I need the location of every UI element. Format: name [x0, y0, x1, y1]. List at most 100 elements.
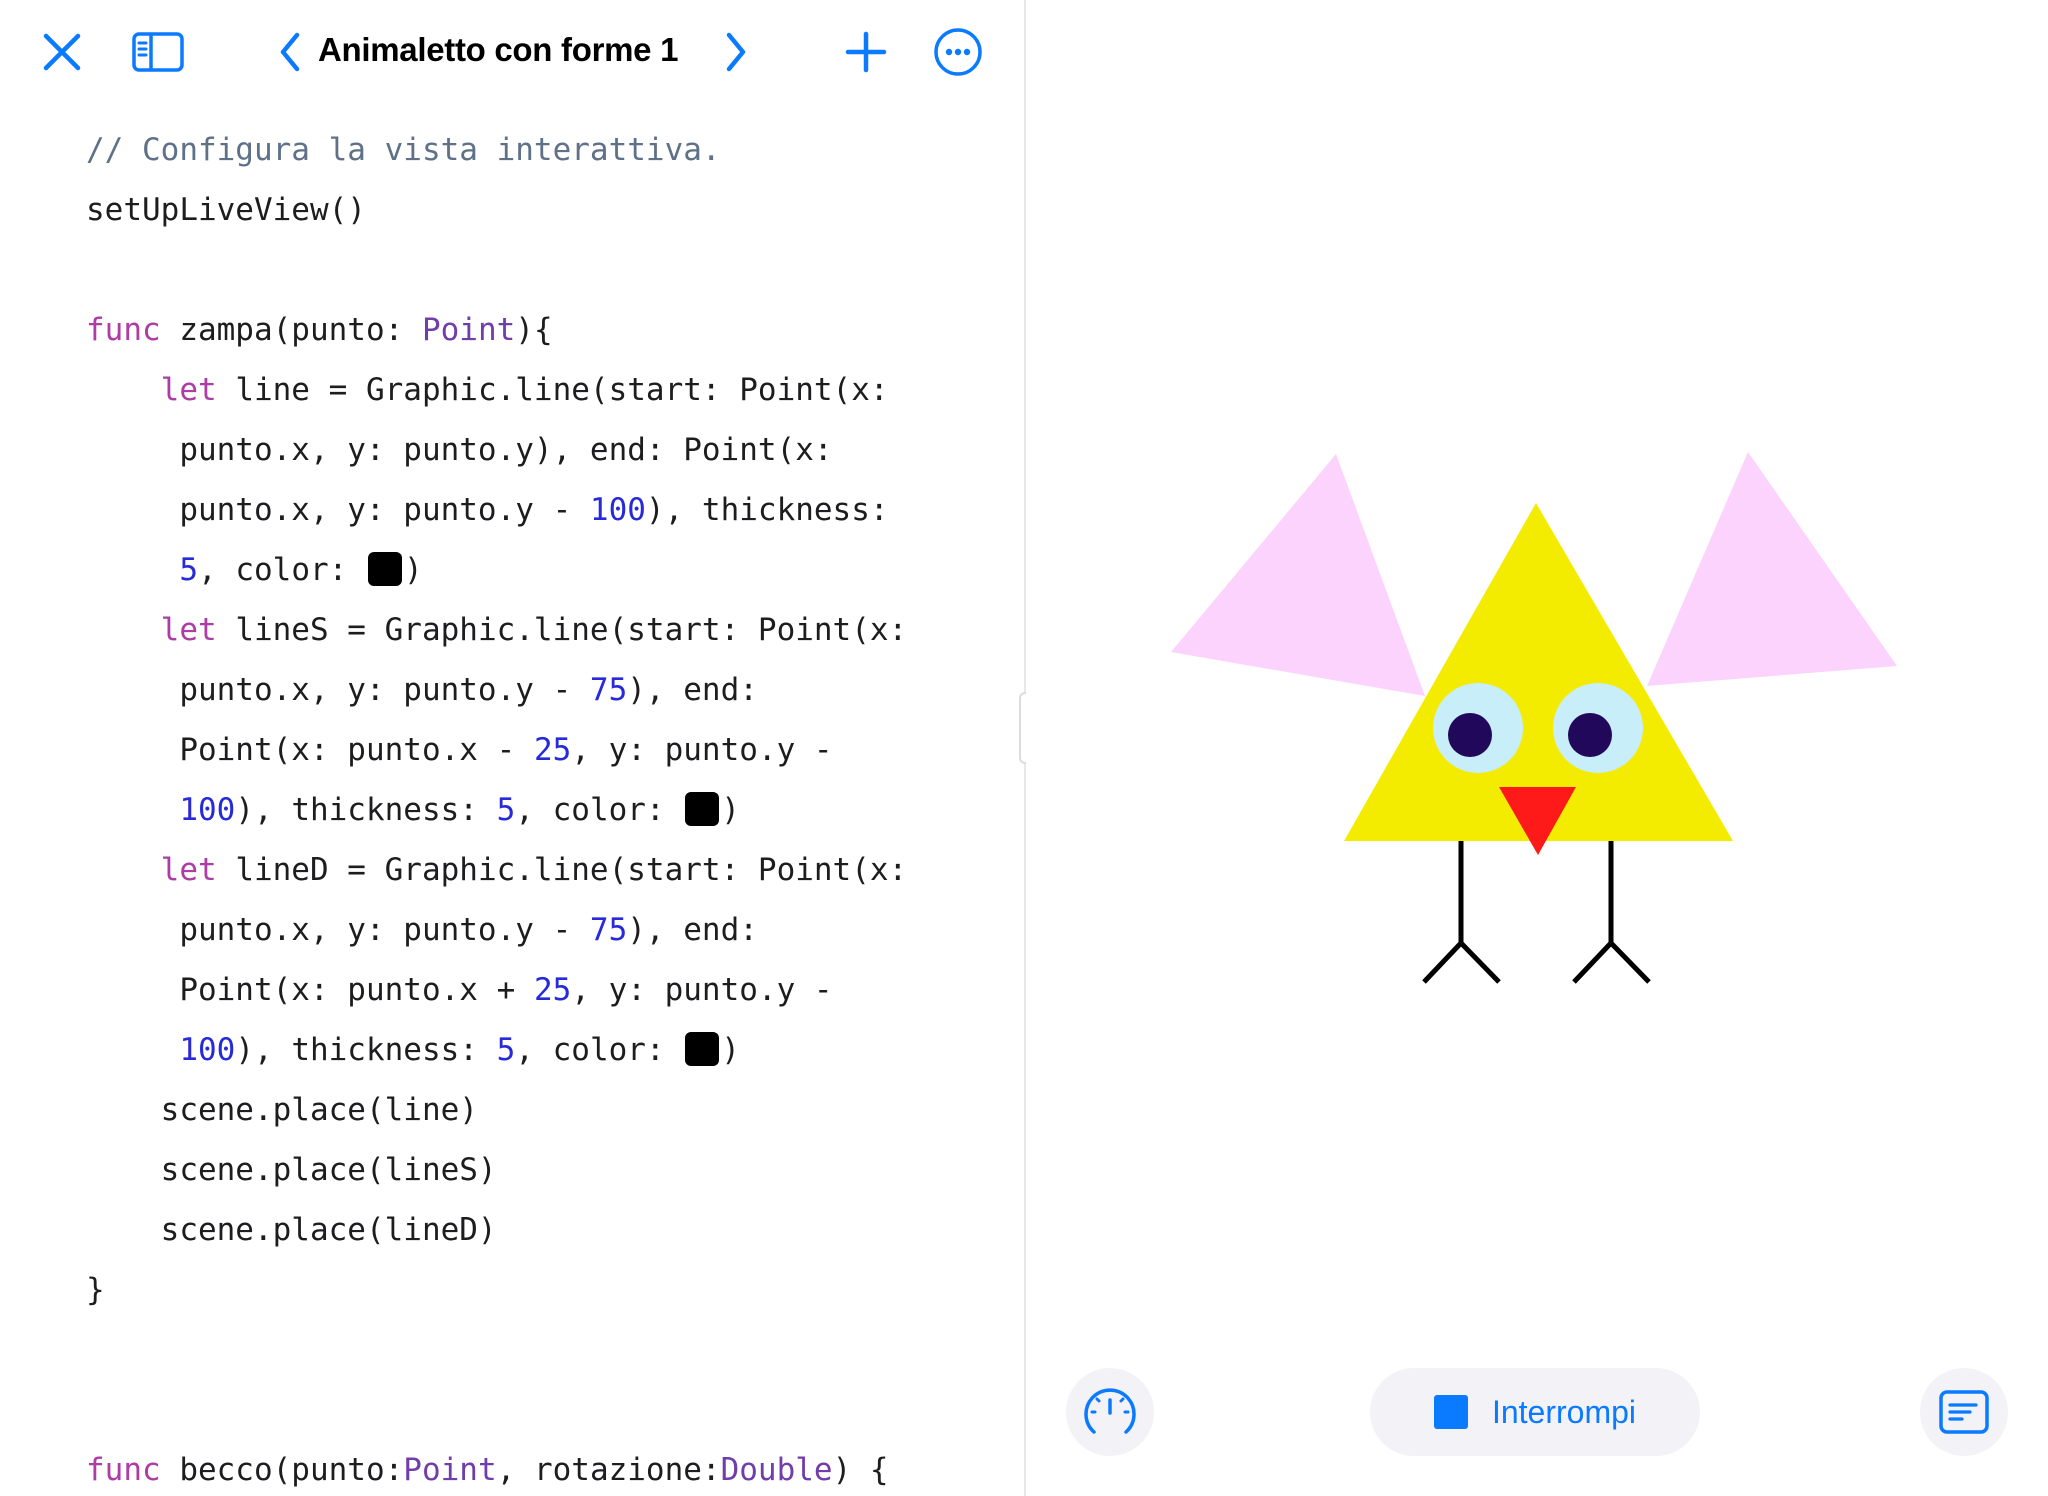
code-line[interactable]: 5, color: ) — [86, 540, 423, 600]
code-token: ), thickness: — [235, 1032, 497, 1068]
code-line[interactable]: let lineD = Graphic.line(start: Point(x: — [86, 840, 908, 900]
code-token: zampa(punto: — [160, 312, 422, 348]
left-leg — [1422, 841, 1501, 984]
code-line[interactable]: punto.x, y: punto.y - 75), end: — [86, 660, 758, 720]
code-editor-pane: Animaletto con forme 1 // Configura la v… — [0, 0, 1024, 1496]
document-title[interactable]: Animaletto con forme 1 — [318, 22, 678, 78]
console-icon — [1939, 1390, 1989, 1434]
code-token: 75 — [589, 912, 628, 948]
stop-button[interactable]: Interrompi — [1370, 1368, 1700, 1456]
code-line[interactable]: func zampa(punto: Point){ — [86, 300, 553, 360]
code-line[interactable]: // Configura la vista interattiva. — [86, 120, 721, 180]
code-token: , y: punto.y - — [571, 732, 833, 768]
code-token: Point(x: punto.x + — [86, 972, 534, 1008]
code-token: , color: — [515, 1032, 684, 1068]
code-line[interactable]: setUpLiveView() — [86, 180, 366, 240]
close-icon — [43, 33, 81, 71]
code-token: scene.place(lineD) — [86, 1212, 497, 1248]
code-token: let — [160, 372, 217, 408]
code-token: 25 — [533, 732, 572, 768]
chevron-right-icon — [726, 32, 746, 72]
live-view-pane: Interrompi — [1026, 0, 2048, 1496]
code-token: , rotazione: — [496, 1452, 721, 1488]
code-line[interactable]: let line = Graphic.line(start: Point(x: — [86, 360, 889, 420]
sidebar-toggle-button[interactable] — [128, 26, 188, 78]
code-token: 100 — [179, 792, 236, 828]
code-token: 5 — [496, 792, 516, 828]
code-token: 100 — [179, 1032, 236, 1068]
right-ear — [1647, 452, 1897, 686]
code-line[interactable]: 100), thickness: 5, color: ) — [86, 780, 740, 840]
code-line[interactable]: } — [86, 1260, 105, 1320]
code-token: lineD = Graphic.line(start: Point(x: — [216, 852, 908, 888]
code-line[interactable]: Point(x: punto.x + 25, y: punto.y - — [86, 960, 833, 1020]
code-token: ){ — [515, 312, 553, 348]
code-token: func — [86, 312, 161, 348]
sidebar-icon — [132, 32, 184, 72]
code-token: , color: — [515, 792, 684, 828]
code-token: punto.x, y: punto.y - — [86, 492, 590, 528]
code-token: ), end: — [627, 672, 758, 708]
code-token: ), thickness: — [645, 492, 889, 528]
code-token: 5 — [496, 1032, 516, 1068]
code-token: // Configura la vista interattiva. — [86, 132, 721, 168]
color-swatch[interactable] — [685, 1031, 720, 1066]
code-token: scene.place(lineS) — [86, 1152, 497, 1188]
code-token: 100 — [589, 492, 646, 528]
code-token: 75 — [589, 672, 628, 708]
code-line[interactable]: punto.x, y: punto.y), end: Point(x: — [86, 420, 833, 480]
plus-icon — [845, 31, 887, 73]
code-token: lineS = Graphic.line(start: Point(x: — [216, 612, 908, 648]
code-token: Point — [421, 312, 516, 348]
code-token: } — [86, 1272, 105, 1308]
previous-page-button[interactable] — [272, 26, 308, 78]
code-token: line = Graphic.line(start: Point(x: — [216, 372, 889, 408]
live-view-canvas — [1171, 452, 1897, 984]
code-line[interactable]: scene.place(line) — [86, 1080, 478, 1140]
code-token: 25 — [533, 972, 572, 1008]
code-line[interactable]: scene.place(lineD) — [86, 1200, 497, 1260]
close-button[interactable] — [36, 26, 88, 78]
code-line[interactable]: scene.place(lineS) — [86, 1140, 497, 1200]
color-swatch[interactable] — [367, 551, 402, 586]
left-ear — [1171, 454, 1425, 696]
code-token: Double — [720, 1452, 833, 1488]
stop-button-label: Interrompi — [1491, 1393, 1637, 1430]
code-token: ) — [721, 1032, 740, 1068]
right-leg — [1572, 841, 1651, 984]
speed-button[interactable] — [1066, 1368, 1154, 1456]
code-line[interactable]: func becco(punto:Point, rotazione:Double… — [86, 1440, 889, 1496]
color-swatch[interactable] — [685, 791, 720, 826]
code-token: ), thickness: — [235, 792, 497, 828]
code-line[interactable]: punto.x, y: punto.y - 75), end: — [86, 900, 758, 960]
speedometer-icon — [1084, 1388, 1136, 1434]
code-line[interactable]: 100), thickness: 5, color: ) — [86, 1020, 740, 1080]
stop-square-icon — [1433, 1395, 1468, 1429]
code-line[interactable]: Point(x: punto.x - 25, y: punto.y - — [86, 720, 833, 780]
add-button[interactable] — [840, 26, 892, 78]
more-options-button[interactable] — [930, 24, 986, 80]
code-token: let — [160, 852, 217, 888]
code-line[interactable]: let lineS = Graphic.line(start: Point(x: — [86, 600, 908, 660]
code-token: punto.x, y: punto.y), end: Point(x: — [86, 432, 833, 468]
code-token: scene.place(line) — [86, 1092, 478, 1128]
code-token: , y: punto.y - — [571, 972, 833, 1008]
code-token: ) — [721, 792, 740, 828]
console-button[interactable] — [1920, 1368, 2008, 1456]
code-token: , color: — [198, 552, 366, 588]
next-page-button[interactable] — [718, 26, 754, 78]
chevron-left-icon — [280, 32, 300, 72]
code-token: punto.x, y: punto.y - — [86, 672, 590, 708]
ellipsis-circle-icon — [934, 28, 982, 76]
code-token: func — [86, 1452, 161, 1488]
code-token: punto.x, y: punto.y - — [86, 912, 590, 948]
code-line[interactable]: punto.x, y: punto.y - 100), thickness: — [86, 480, 889, 540]
code-token: ), end: — [627, 912, 758, 948]
code-token: ) — [403, 552, 423, 588]
